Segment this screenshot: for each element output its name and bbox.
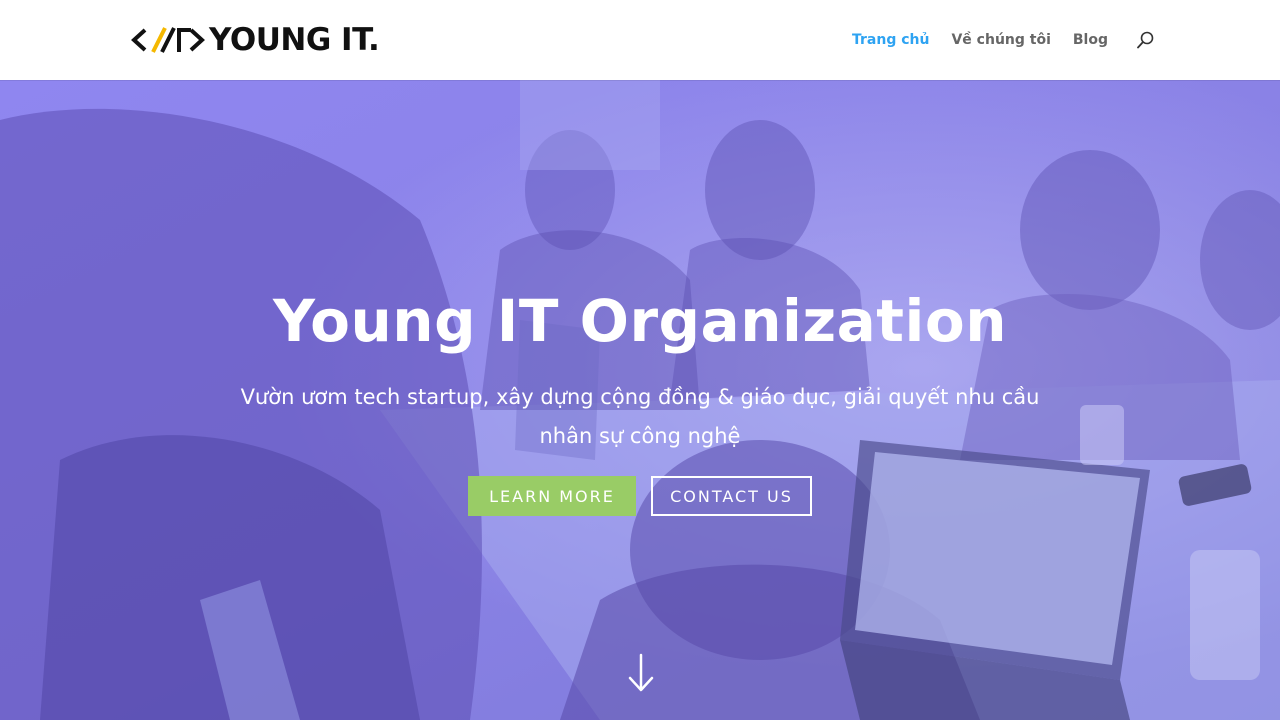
contact-us-button[interactable]: CONTACT US	[651, 476, 812, 516]
hero-buttons: LEARN MORE CONTACT US	[0, 476, 1280, 516]
hero-section: Young IT Organization Vườn ươm tech star…	[0, 80, 1280, 720]
learn-more-button[interactable]: LEARN MORE	[468, 476, 636, 516]
nav-item-home[interactable]: Trang chủ	[852, 32, 929, 48]
nav-item-blog[interactable]: Blog	[1073, 32, 1108, 48]
nav-item-about[interactable]: Về chúng tôi	[951, 32, 1050, 48]
hero-content: Young IT Organization Vườn ươm tech star…	[0, 80, 1280, 720]
arrow-down-icon[interactable]	[627, 653, 655, 693]
site-header: YOUNG IT. Trang chủ Về chúng tôi Blog	[0, 0, 1280, 80]
search-icon[interactable]	[1136, 30, 1156, 50]
main-nav: Trang chủ Về chúng tôi Blog	[830, 0, 1156, 80]
site-logo[interactable]: YOUNG IT.	[131, 20, 380, 60]
hero-title: Young IT Organization	[272, 287, 1008, 355]
logo-mark-icon	[131, 27, 205, 53]
logo-text: YOUNG IT.	[209, 22, 380, 58]
hero-subtitle: Vườn ươm tech startup, xây dựng cộng đồn…	[240, 385, 1040, 448]
